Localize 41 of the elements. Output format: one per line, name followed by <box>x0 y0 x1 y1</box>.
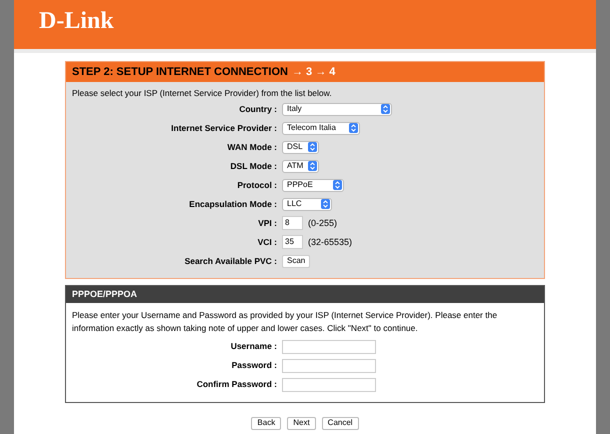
field-label: VPI : <box>257 216 278 230</box>
field-label: WAN Mode : <box>226 140 278 154</box>
upcoming-steps: → 3 → 4 <box>292 64 336 80</box>
nav-button[interactable]: Cancel <box>322 416 359 430</box>
pppoe-header: PPPOE/PPPOA <box>66 286 544 303</box>
field-label: Country : <box>238 102 278 116</box>
dropdown-arrows-icon <box>308 142 317 152</box>
dropdown[interactable]: Telecom Italia <box>282 122 360 135</box>
isp-instructions: Please select your ISP (Internet Service Provider) from the list below. <box>71 87 333 100</box>
dropdown[interactable]: DSL <box>282 140 319 154</box>
nav-button[interactable]: Back <box>251 416 282 430</box>
field-label: VCI : <box>256 236 278 249</box>
pppoe-instructions: Please enter your Username and Password as provided by your ISP (Internet Service Provider). Please enter the information exactly as shown taking note of upper and lower cases. Click "Next" to continue. <box>71 308 498 335</box>
dropdown[interactable]: LLC <box>282 198 332 211</box>
dropdown-arrows-icon <box>381 104 390 114</box>
field-label: Password : <box>230 359 278 372</box>
nav-button[interactable]: Next <box>287 416 316 430</box>
range-hint: (32-65535) <box>308 236 352 249</box>
dropdown[interactable]: Italy <box>282 102 392 116</box>
input-field[interactable] <box>282 378 376 392</box>
dropdown-arrows-icon <box>349 123 358 134</box>
dropdown-arrows-icon <box>308 161 317 172</box>
input-field[interactable]: 35 <box>282 235 303 250</box>
logo: D-Link <box>39 9 114 33</box>
field-label: Confirm Password : <box>196 378 278 392</box>
input-field[interactable] <box>282 340 376 354</box>
dropdown[interactable]: PPPoE <box>282 178 344 192</box>
field-label: Username : <box>230 340 278 354</box>
dropdown-arrows-icon <box>333 180 342 190</box>
input-field[interactable] <box>282 358 376 373</box>
dropdown[interactable]: ATM <box>282 160 319 173</box>
scan-button[interactable]: Scan <box>282 254 310 268</box>
field-label: Protocol : <box>236 178 278 192</box>
range-hint: (0-255) <box>308 216 338 230</box>
field-label: DSL Mode : <box>229 160 278 173</box>
input-field[interactable]: 8 <box>282 216 303 230</box>
field-label: Encapsulation Mode : <box>188 198 278 211</box>
step-title: STEP 2: SETUP INTERNET CONNECTION <box>72 64 288 80</box>
dropdown-arrows-icon <box>321 199 330 210</box>
field-label: Search Available PVC : <box>184 254 278 268</box>
field-label: Internet Service Provider : <box>170 122 278 135</box>
